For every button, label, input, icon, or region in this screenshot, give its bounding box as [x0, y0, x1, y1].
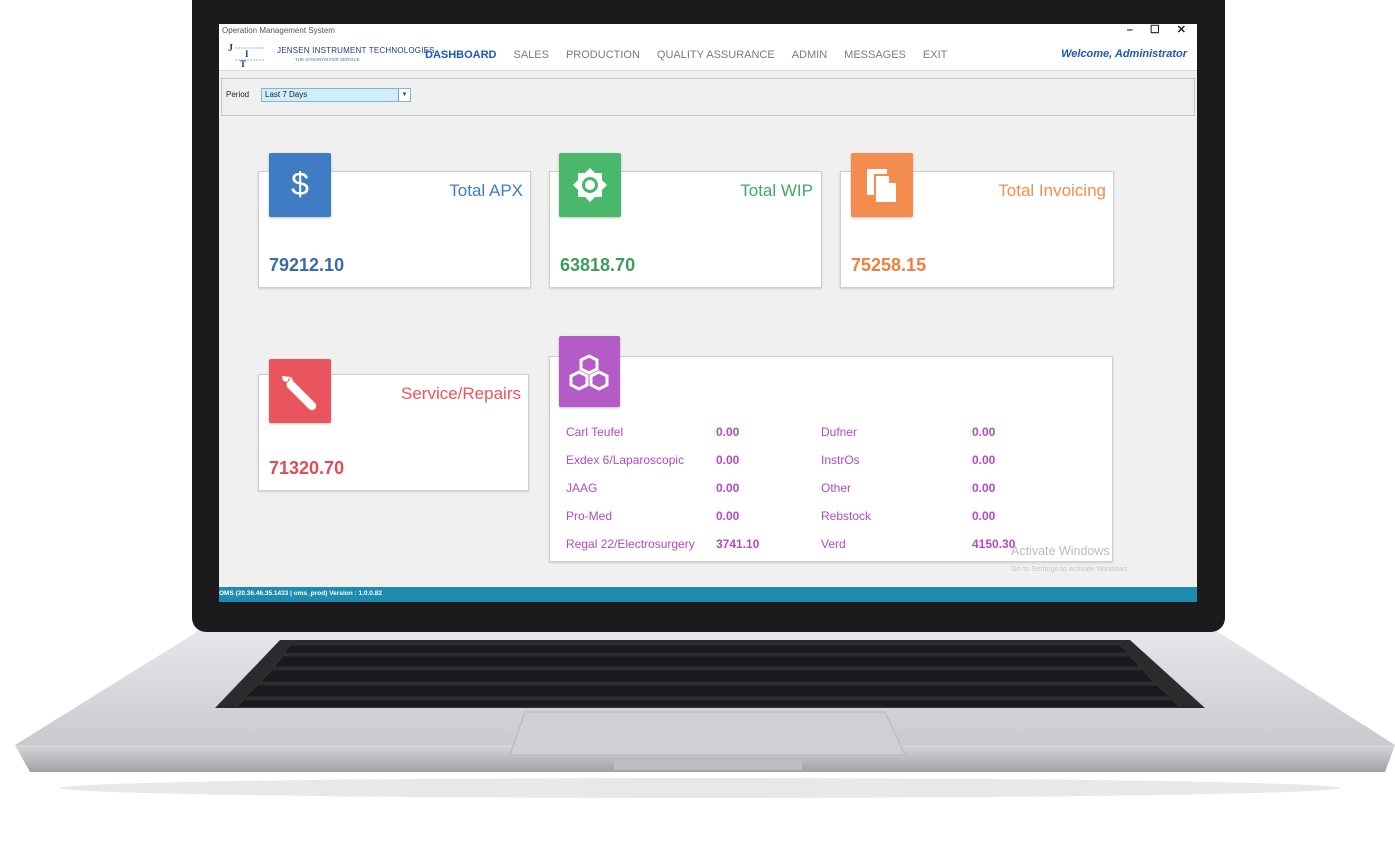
card-value: 63818.70 [560, 255, 636, 275]
dollar-icon: $ [269, 153, 331, 217]
mfg-name: Exdex 6/Laparoscopic [566, 453, 685, 467]
nav-production[interactable]: PRODUCTION [566, 49, 640, 61]
svg-text:T: T [240, 59, 246, 69]
window-controls[interactable]: – ☐ ✕ [1127, 24, 1193, 36]
card-title: Total APX [449, 181, 523, 200]
nav-sales[interactable]: SALES [514, 49, 549, 61]
period-select[interactable]: Last 7 Days ▾ [261, 88, 411, 102]
mfg-value: 0.00 [972, 481, 996, 495]
card-title: Service/Repairs [401, 384, 521, 403]
mfg-value: 0.00 [716, 509, 740, 523]
logo-company-name: JENSEN INSTRUMENT TECHNOLOGIES [277, 46, 435, 55]
period-label: Period [226, 90, 250, 99]
main-nav: DASHBOARD SALES PRODUCTION QUALITY ASSUR… [425, 49, 964, 61]
nav-exit[interactable]: EXIT [923, 49, 947, 61]
document-icon [851, 153, 913, 217]
company-logo: J I T JENSEN INSTRUMENT TECHNOLOGIES THE… [225, 39, 435, 69]
mfg-name: Verd [821, 537, 846, 551]
dropdown-arrow-icon[interactable]: ▾ [398, 89, 410, 101]
period-value: Last 7 Days [265, 90, 308, 99]
card-title: Total WIP [740, 181, 813, 200]
mfg-name: InstrOs [821, 453, 860, 467]
nav-bar: J I T JENSEN INSTRUMENT TECHNOLOGIES THE… [219, 40, 1197, 71]
svg-text:J: J [228, 43, 233, 54]
welcome-user[interactable]: Welcome, Administrator [1061, 48, 1187, 60]
title-bar: Operation Management System – ☐ ✕ [219, 24, 1197, 40]
card-value: 71320.70 [269, 458, 345, 478]
nav-messages[interactable]: MESSAGES [844, 49, 906, 61]
cubes-icon [559, 336, 620, 407]
mfg-name: Regal 22/Electrosurgery [566, 537, 695, 551]
svg-text:$: $ [291, 166, 309, 202]
mfg-value: 0.00 [972, 453, 996, 467]
mfg-name: JAAG [566, 481, 598, 495]
nav-dashboard[interactable]: DASHBOARD [425, 49, 497, 61]
wrench-icon [269, 359, 331, 423]
mfg-name: Other [821, 481, 852, 495]
app-window: Operation Management System – ☐ ✕ J I T … [219, 24, 1197, 602]
gear-icon [559, 153, 621, 217]
mfg-value: 3741.10 [716, 537, 760, 551]
jit-logo-icon: J I T [228, 43, 265, 69]
card-value: 79212.10 [269, 255, 345, 275]
card-title: Total Invoicing [998, 181, 1106, 200]
mfg-value: 4150.30 [972, 537, 1016, 551]
logo-tagline: THE SYNONYM FOR SERVICE [295, 57, 360, 62]
mfg-value: 0.00 [716, 453, 740, 467]
card-value: 75258.15 [851, 255, 927, 275]
status-text: OMS (20.36.46.35.1433 | oms_prod) Versio… [219, 590, 382, 597]
nav-quality-assurance[interactable]: QUALITY ASSURANCE [657, 49, 775, 61]
mfg-value: 0.00 [972, 425, 996, 439]
mfg-name: Pro-Med [566, 509, 613, 523]
app-title: Operation Management System [222, 26, 335, 35]
mfg-name: Rebstock [821, 509, 872, 523]
mfg-name: Dufner [821, 425, 858, 439]
mfg-value: 0.00 [972, 509, 996, 523]
mfg-name: Carl Teufel [566, 425, 624, 439]
status-bar: OMS (20.36.46.35.1433 | oms_prod) Versio… [219, 587, 1197, 602]
activate-windows-subtitle: Go to Settings to activate Windows. [1011, 564, 1130, 573]
card-manufacturers: Carl Teufel 0.00 Exdex 6/Laparoscopic 0.… [549, 356, 1113, 562]
activate-windows-title: Activate Windows [1011, 544, 1110, 558]
mfg-value: 0.00 [716, 425, 740, 439]
mfg-value: 0.00 [716, 481, 740, 495]
nav-admin[interactable]: ADMIN [792, 49, 827, 61]
svg-text:I: I [245, 49, 249, 59]
filter-panel: Period Last 7 Days ▾ [221, 78, 1195, 116]
